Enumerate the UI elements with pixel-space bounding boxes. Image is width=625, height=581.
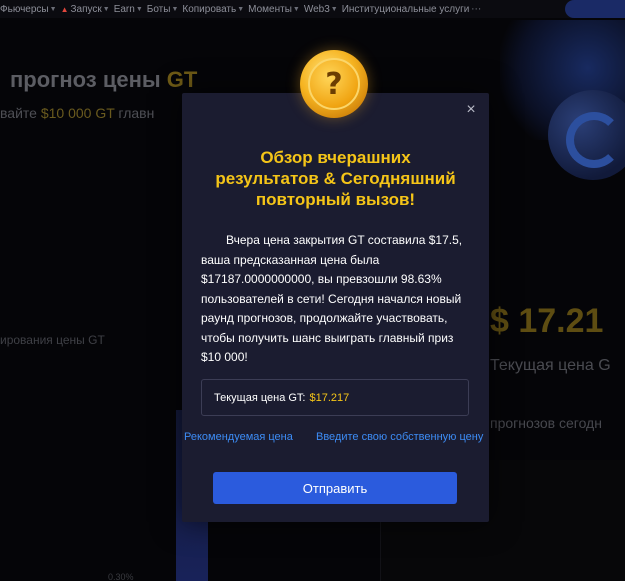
nav-item-institutional[interactable]: Институциональные услуги ⋯ (342, 4, 482, 15)
nav-label-launch: Запуск (70, 3, 102, 15)
page-subtitle: вайте $10 000 GT главн (0, 105, 155, 121)
nav-item-earn[interactable]: Earn ▼ (114, 4, 143, 15)
chevron-down-icon: ▼ (102, 5, 110, 13)
chevron-down-icon: ▼ (330, 5, 338, 13)
chevron-down-icon: ▼ (171, 5, 179, 13)
nav-label-futures: Фьючерсы (0, 3, 49, 15)
nav-item-moments[interactable]: Моменты ▼ (248, 4, 300, 15)
heading-line-3: повторный вызов! (255, 190, 416, 209)
forecast-count-label: прогнозов сегодн (490, 415, 602, 431)
question-medal-icon: ? (300, 50, 368, 118)
heading-line-1: Обзор вчерашних (260, 148, 411, 167)
modal-message: Вчера цена закрытия GT составила $17.5, … (201, 233, 463, 364)
nav-label-bots: Боты (146, 3, 171, 15)
modal-heading: Обзор вчерашних результатов & Сегодняшни… (182, 147, 489, 210)
page-title: прогноз цены GT (10, 67, 198, 92)
chevron-down-icon: ▼ (237, 5, 245, 13)
nav-label-earn: Earn (113, 3, 135, 15)
nav-item-launch[interactable]: ▲ Запуск ▼ (61, 4, 110, 15)
medal-inner: ? (308, 58, 360, 110)
fire-icon: ▲ (60, 4, 69, 14)
current-price-field-label: Текущая цена GT: (214, 391, 306, 404)
current-price-value: $ 17.21 (490, 302, 604, 340)
chevron-down-icon: ▼ (49, 5, 57, 13)
chart-percentage: 0.30% (108, 572, 134, 581)
chart-label: ирования цены GT (0, 333, 105, 347)
nav-label-moments: Моменты (248, 3, 292, 15)
prediction-review-modal: ? × Обзор вчерашних результатов & Сегодн… (182, 50, 489, 522)
nav-label-web3: Web3 (303, 3, 330, 15)
enter-own-price-link[interactable]: Введите свою собственную цену (316, 431, 483, 443)
nav-label-copy: Копировать (182, 3, 237, 15)
ellipsis-icon[interactable]: ⋯ (471, 4, 481, 15)
nav-item-web3[interactable]: Web3 ▼ (304, 4, 338, 15)
gt-coin-icon (548, 90, 625, 180)
current-price-label: Текущая цена G (490, 357, 611, 374)
current-price-field: Текущая цена GT: $17.217 (201, 379, 469, 416)
nav-action-button[interactable] (565, 0, 625, 18)
chevron-down-icon: ▼ (292, 5, 300, 13)
chevron-down-icon: ▼ (135, 5, 143, 13)
nav-item-futures[interactable]: Фьючерсы ▼ (0, 4, 57, 15)
submit-button[interactable]: Отправить (213, 472, 457, 504)
recommended-price-link[interactable]: Рекомендуемая цена (184, 431, 293, 443)
nav-item-bots[interactable]: Боты ▼ (147, 4, 179, 15)
current-price-field-value: $17.217 (309, 391, 350, 404)
question-mark-icon: ? (325, 66, 343, 102)
heading-line-2: результатов & Сегодняшний (215, 169, 456, 188)
close-icon[interactable]: × (464, 102, 478, 118)
top-navigation: Фьючерсы ▼ ▲ Запуск ▼ Earn ▼ Боты ▼ Копироват… (0, 0, 625, 18)
nav-item-copy[interactable]: Копировать ▼ (182, 4, 244, 15)
nav-label-institutional: Институциональные услуги (341, 3, 470, 15)
